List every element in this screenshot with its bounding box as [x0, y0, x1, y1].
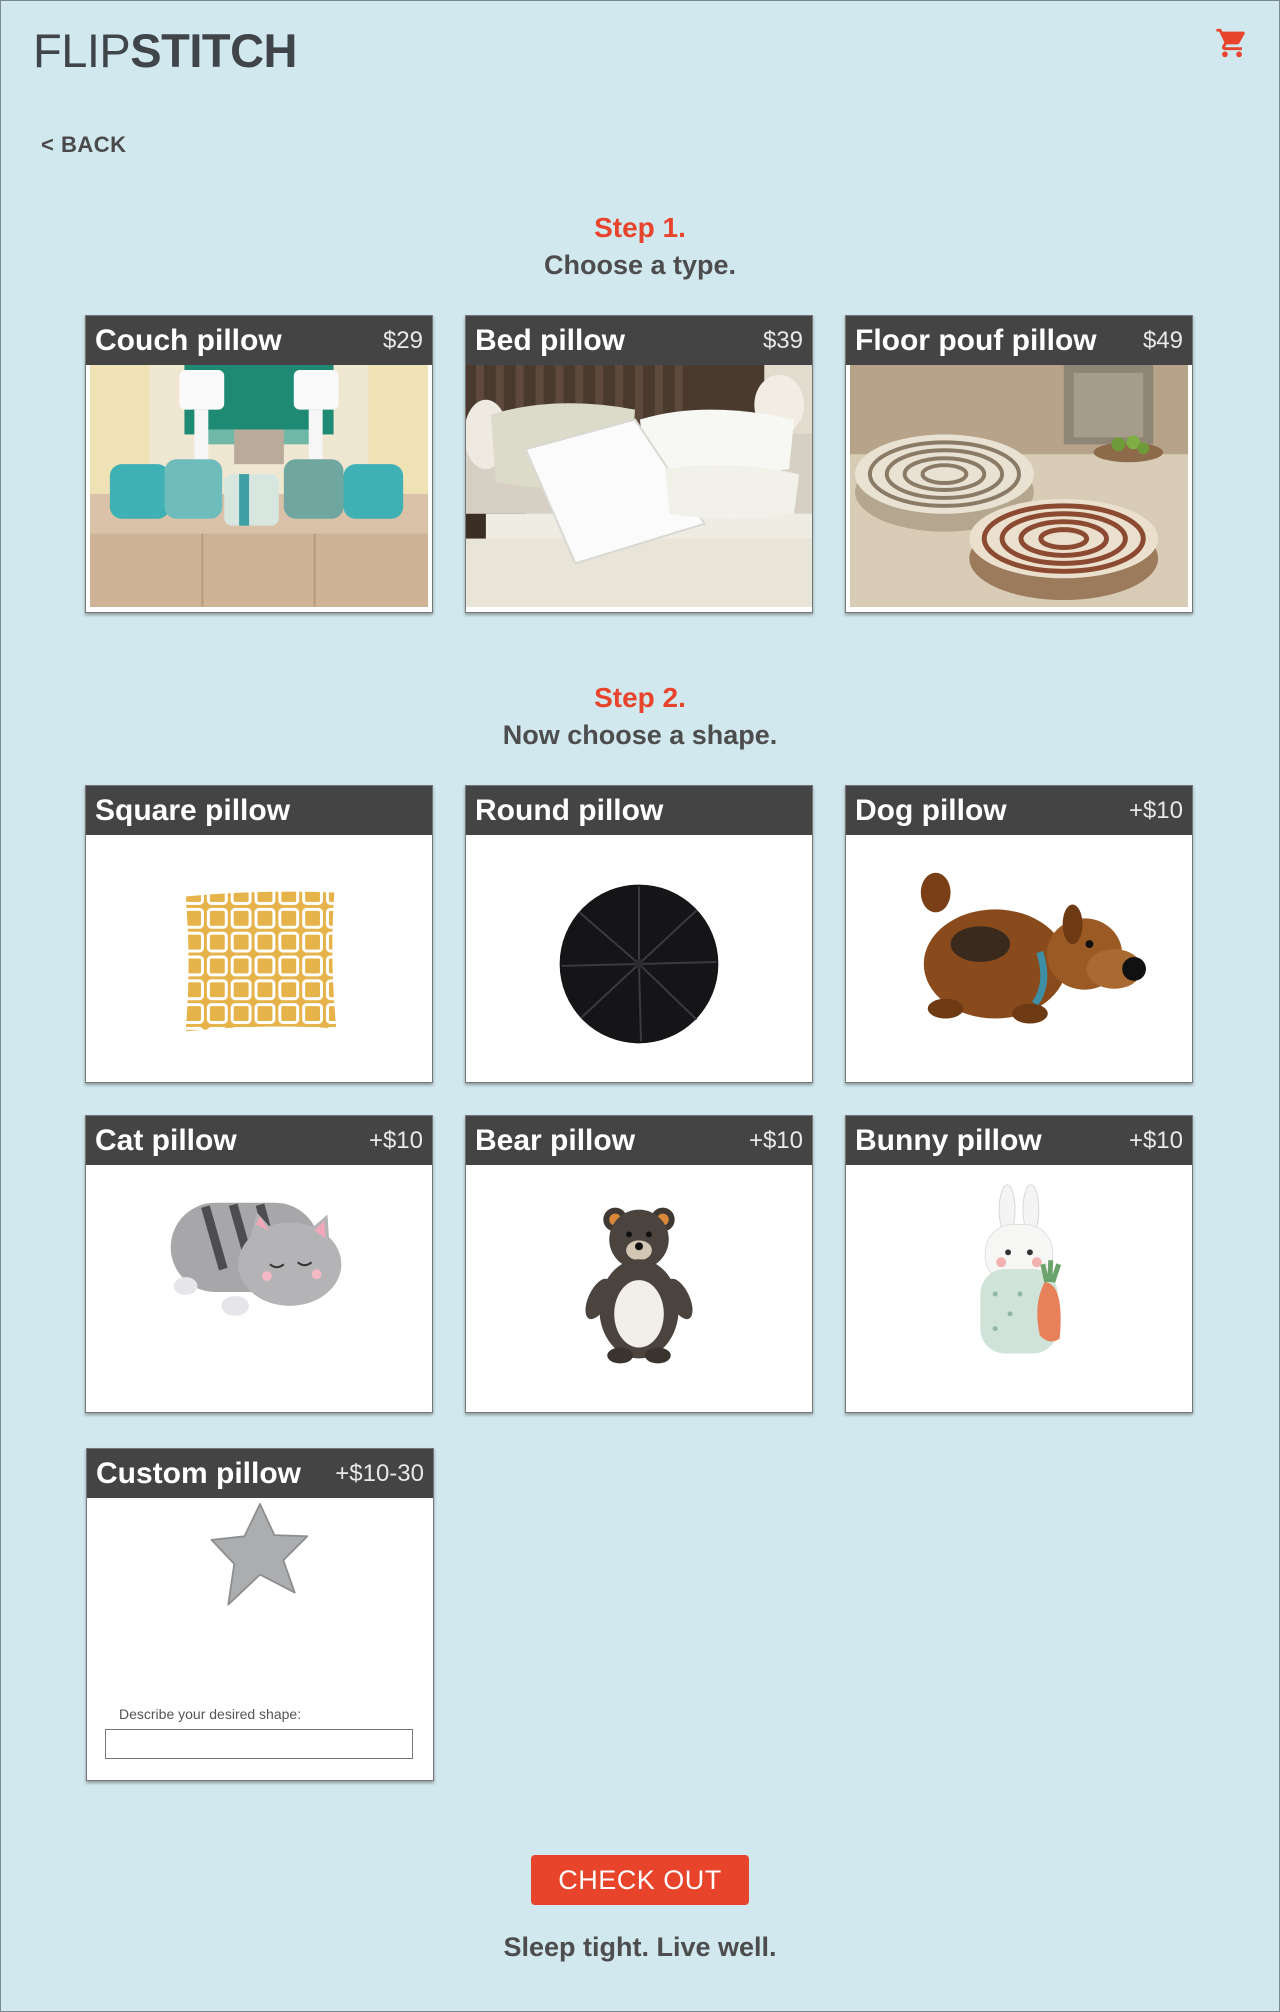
step1-instruction: Choose a type. [543, 250, 737, 280]
bunny-pillow-image [846, 1165, 1192, 1412]
shape-card-bear[interactable]: Bear pillow +$10 [465, 1115, 813, 1413]
custom-pillow-body: Describe your desired shape: [87, 1498, 433, 1780]
couch-pillow-photo [90, 365, 428, 607]
bed-pillow-photo [466, 365, 812, 607]
card-price: $39 [762, 326, 803, 354]
dog-pillow-image [846, 835, 1192, 1082]
card-header: Dog pillow +$10 [846, 786, 1192, 835]
card-header: Round pillow [466, 786, 812, 835]
card-title: Bed pillow [475, 323, 625, 357]
card-price: +$10 [748, 1126, 803, 1154]
tagline: Sleep tight. Live well. [503, 1932, 777, 1962]
card-price: +$10 [1128, 796, 1183, 824]
type-card-bed[interactable]: Bed pillow $39 [465, 315, 813, 613]
card-title: Bear pillow [475, 1123, 636, 1157]
custom-shape-input[interactable] [105, 1729, 413, 1759]
card-title: Floor pouf pillow [855, 323, 1097, 357]
type-card-couch[interactable]: Couch pillow $29 [85, 315, 433, 613]
brand-logo[interactable]: FLIPSTITCH [33, 22, 297, 80]
card-header: Square pillow [86, 786, 432, 835]
step1-heading: Step 1. Choose a type. [0, 210, 1280, 284]
shape-card-round[interactable]: Round pillow [465, 785, 813, 1083]
cat-pillow-image [86, 1165, 432, 1412]
card-header: Floor pouf pillow $49 [846, 316, 1192, 365]
card-price: +$10 [368, 1126, 423, 1154]
floor-pouf-photo [850, 365, 1188, 607]
shape-card-custom[interactable]: Custom pillow +$10-30 Describe your desi… [86, 1448, 434, 1781]
card-header: Bear pillow +$10 [466, 1116, 812, 1165]
card-title: Couch pillow [95, 323, 282, 357]
shape-card-square[interactable]: Square pillow [85, 785, 433, 1083]
card-price: $49 [1142, 326, 1183, 354]
brand-logo-thin: FLIP [33, 24, 131, 77]
card-title: Bunny pillow [855, 1123, 1042, 1157]
card-header: Bunny pillow +$10 [846, 1116, 1192, 1165]
type-card-floor-pouf[interactable]: Floor pouf pillow $49 [845, 315, 1193, 613]
step2-heading: Step 2. Now choose a shape. [0, 680, 1280, 754]
round-pillow-image [466, 835, 812, 1082]
card-header: Custom pillow +$10-30 [87, 1449, 433, 1498]
square-pillow-image [86, 835, 432, 1082]
step2-number: Step 2. [594, 682, 686, 713]
card-header: Cat pillow +$10 [86, 1116, 432, 1165]
custom-shape-label: Describe your desired shape: [119, 1706, 302, 1722]
card-title: Custom pillow [96, 1456, 301, 1490]
card-title: Dog pillow [855, 793, 1007, 827]
card-price: +$10 [1128, 1126, 1183, 1154]
checkout-button[interactable]: CHECK OUT [531, 1855, 749, 1905]
card-title: Square pillow [95, 793, 291, 827]
card-price: $29 [382, 326, 423, 354]
shopping-cart-icon[interactable] [1215, 26, 1249, 60]
shape-card-bunny[interactable]: Bunny pillow +$10 [845, 1115, 1193, 1413]
bear-pillow-image [466, 1165, 812, 1412]
shape-card-cat[interactable]: Cat pillow +$10 [85, 1115, 433, 1413]
back-link[interactable]: < BACK [41, 132, 127, 158]
card-price: +$10-30 [335, 1459, 424, 1487]
shape-card-dog[interactable]: Dog pillow +$10 [845, 785, 1193, 1083]
card-title: Round pillow [475, 793, 664, 827]
card-header: Bed pillow $39 [466, 316, 812, 365]
step1-number: Step 1. [594, 212, 686, 243]
step2-instruction: Now choose a shape. [502, 720, 778, 750]
star-pillow-image [210, 1503, 309, 1606]
brand-logo-bold: STITCH [130, 24, 297, 77]
card-header: Couch pillow $29 [86, 316, 432, 365]
card-title: Cat pillow [95, 1123, 237, 1157]
